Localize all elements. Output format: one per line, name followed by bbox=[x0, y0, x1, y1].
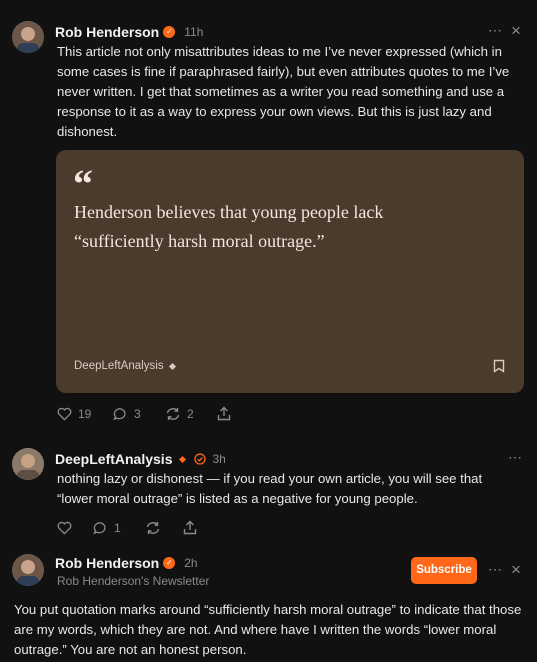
comment-header: Rob Henderson ✓ 11h bbox=[55, 24, 203, 40]
share-icon[interactable] bbox=[183, 520, 197, 535]
avatar-image bbox=[12, 448, 44, 480]
comment-body: This article not only misattributes idea… bbox=[57, 44, 510, 139]
avatar[interactable] bbox=[12, 554, 44, 586]
heart-icon[interactable] bbox=[57, 521, 72, 535]
like-count: 19 bbox=[78, 407, 92, 421]
source-diamond-icon bbox=[168, 362, 176, 370]
author-diamond-icon bbox=[179, 455, 187, 463]
author-name[interactable]: DeepLeftAnalysis bbox=[55, 451, 172, 467]
timestamp: 2h bbox=[184, 556, 198, 570]
more-options-icon[interactable]: ⋯ bbox=[488, 22, 502, 39]
quote-card[interactable]: “ Henderson believes that young people l… bbox=[56, 150, 524, 393]
avatar[interactable] bbox=[12, 448, 44, 480]
close-icon[interactable]: × bbox=[511, 21, 521, 41]
restack-icon bbox=[166, 408, 180, 420]
comment-icon bbox=[93, 522, 106, 535]
restack-icon[interactable] bbox=[145, 521, 161, 535]
comment-icon bbox=[113, 408, 126, 421]
like-button[interactable]: 19 bbox=[57, 407, 91, 421]
avatar-image bbox=[12, 21, 44, 53]
reply-button[interactable]: 1 bbox=[93, 521, 121, 535]
more-options-icon[interactable]: ⋯ bbox=[488, 561, 502, 578]
restack-count: 2 bbox=[187, 407, 194, 421]
reply-count: 3 bbox=[134, 407, 141, 421]
comment-body: nothing lazy or dishonest — if you read … bbox=[57, 471, 483, 506]
verified-outline-icon bbox=[194, 453, 207, 465]
quote-text: Henderson believes that young people lac… bbox=[74, 202, 384, 251]
restack-button[interactable]: 2 bbox=[165, 407, 194, 421]
quote-source-name: DeepLeftAnalysis bbox=[74, 360, 164, 372]
comment-body: You put quotation marks around “sufficie… bbox=[14, 602, 522, 657]
share-icon[interactable] bbox=[217, 406, 231, 421]
comment-header: DeepLeftAnalysis 3h bbox=[55, 451, 226, 467]
more-options-icon[interactable]: ⋯ bbox=[508, 449, 522, 466]
timestamp: 3h bbox=[212, 452, 226, 466]
comment-header: Rob Henderson ✓ 2h bbox=[55, 555, 198, 571]
avatar-image bbox=[12, 554, 44, 586]
heart-icon bbox=[57, 407, 72, 421]
author-name[interactable]: Rob Henderson bbox=[55, 24, 159, 40]
newsletter-name[interactable]: Rob Henderson's Newsletter bbox=[57, 574, 209, 588]
avatar[interactable] bbox=[12, 21, 44, 53]
quote-source[interactable]: DeepLeftAnalysis bbox=[74, 360, 176, 372]
reply-count: 1 bbox=[114, 521, 121, 535]
timestamp: 11h bbox=[184, 25, 204, 39]
bookmark-icon[interactable] bbox=[493, 359, 505, 373]
subscribe-button[interactable]: Subscribe bbox=[411, 557, 477, 584]
verified-badge-icon: ✓ bbox=[163, 26, 176, 38]
close-icon[interactable]: × bbox=[511, 560, 521, 580]
verified-badge-icon: ✓ bbox=[163, 557, 176, 569]
reply-button[interactable]: 3 bbox=[113, 407, 141, 421]
author-name[interactable]: Rob Henderson bbox=[55, 555, 159, 571]
